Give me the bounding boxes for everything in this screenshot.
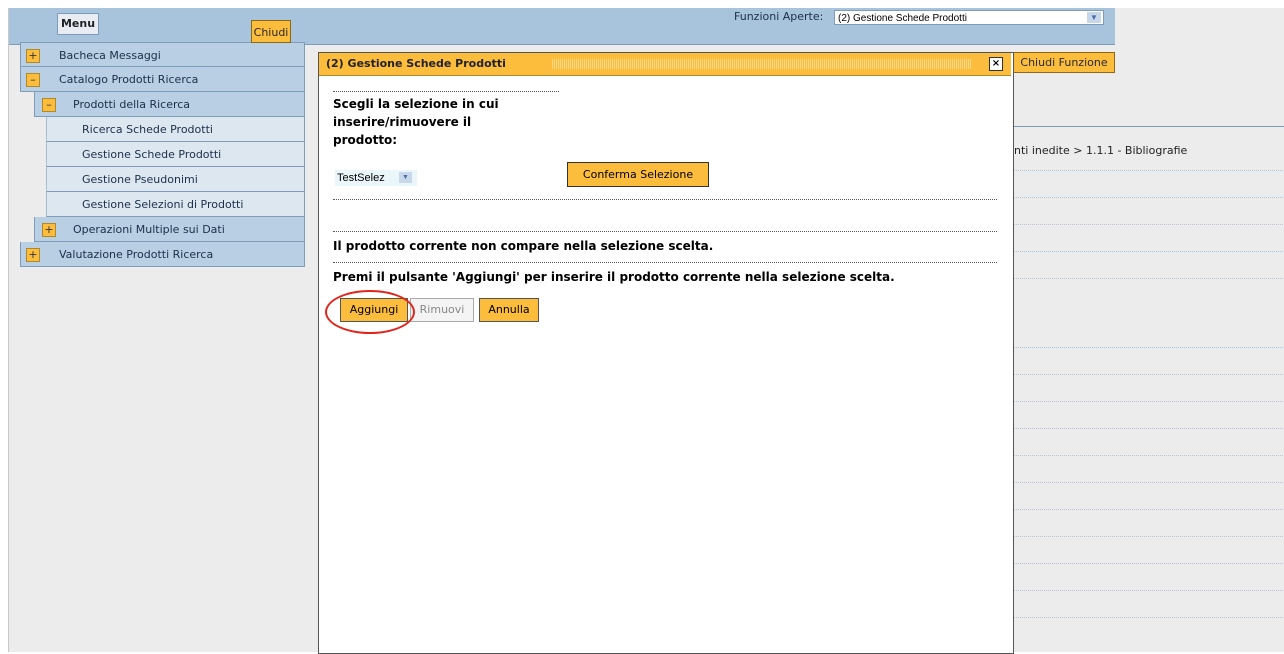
menu-item-gestione-selezioni-di-prodotti[interactable]: Gestione Selezioni di Prodotti xyxy=(46,192,305,217)
menu-item-label: Bacheca Messaggi xyxy=(59,49,161,62)
divider xyxy=(333,199,997,200)
menu-item-label: Prodotti della Ricerca xyxy=(73,98,191,111)
plus-icon[interactable]: + xyxy=(42,223,56,237)
funzioni-aperte-value: (2) Gestione Schede Prodotti xyxy=(838,13,967,24)
chevron-down-icon[interactable]: ▼ xyxy=(1087,12,1101,23)
menu-panel: + Bacheca Messaggi – Catalogo Prodotti R… xyxy=(20,42,305,267)
divider xyxy=(333,231,997,232)
menu-item-label: Gestione Pseudonimi xyxy=(82,173,198,186)
drag-handle[interactable] xyxy=(551,59,971,69)
divider xyxy=(1014,224,1284,225)
instruction-message: Premi il pulsante 'Aggiungi' per inserir… xyxy=(333,270,895,284)
selection-select[interactable]: TestSelez ▼ xyxy=(335,170,417,186)
divider xyxy=(1014,617,1284,618)
divider xyxy=(1014,347,1284,348)
dialog-title: (2) Gestione Schede Prodotti xyxy=(326,57,506,70)
menu-item-gestione-schede-prodotti[interactable]: Gestione Schede Prodotti xyxy=(46,142,305,167)
dialog-title-bar[interactable]: (2) Gestione Schede Prodotti × xyxy=(319,53,1011,76)
divider xyxy=(1014,197,1284,198)
conferma-selezione-button[interactable]: Conferma Selezione xyxy=(567,162,709,187)
breadcrumb: nti inedite > 1.1.1 - Bibliografie xyxy=(1014,144,1188,157)
plus-icon[interactable]: + xyxy=(26,49,40,63)
divider xyxy=(1014,482,1284,483)
funzioni-aperte-select[interactable]: (2) Gestione Schede Prodotti ▼ xyxy=(834,10,1104,25)
menu-button[interactable]: Menu xyxy=(57,13,99,35)
selection-prompt: Scegli la selezione in cui inserire/rimu… xyxy=(333,97,499,147)
divider xyxy=(1014,428,1284,429)
minus-icon[interactable]: – xyxy=(26,73,40,87)
divider xyxy=(1014,536,1284,537)
menu-item-ricerca-schede-prodotti[interactable]: Ricerca Schede Prodotti xyxy=(46,117,305,142)
divider xyxy=(1014,251,1284,252)
menu-item-operazioni-multiple-sui-dati[interactable]: + Operazioni Multiple sui Dati xyxy=(34,217,305,242)
menu-item-bacheca-messaggi[interactable]: + Bacheca Messaggi xyxy=(20,42,305,67)
top-bar: Menu Funzioni Aperte: (2) Gestione Sched… xyxy=(9,8,1115,45)
menu-item-label: Ricerca Schede Prodotti xyxy=(82,123,213,136)
divider xyxy=(333,91,559,92)
menu-item-label: Gestione Selezioni di Prodotti xyxy=(82,198,244,211)
minus-icon[interactable]: – xyxy=(42,98,56,112)
divider xyxy=(1014,563,1284,564)
divider xyxy=(1014,374,1284,375)
chiudi-menu-button[interactable]: Chiudi xyxy=(251,20,291,43)
divider xyxy=(1014,455,1284,456)
chevron-down-icon[interactable]: ▼ xyxy=(399,172,412,183)
gestione-schede-dialog: (2) Gestione Schede Prodotti × Scegli la… xyxy=(318,52,1014,654)
menu-item-valutazione-prodotti-ricerca[interactable]: + Valutazione Prodotti Ricerca xyxy=(20,242,305,267)
menu-item-gestione-pseudonimi[interactable]: Gestione Pseudonimi xyxy=(46,167,305,192)
divider xyxy=(1014,509,1284,510)
close-icon[interactable]: × xyxy=(989,57,1003,71)
divider xyxy=(1014,590,1284,591)
selection-value: TestSelez xyxy=(337,172,385,184)
annulla-button[interactable]: Annulla xyxy=(479,298,539,322)
divider xyxy=(1014,278,1284,279)
divider xyxy=(1014,170,1284,171)
divider xyxy=(333,262,997,263)
menu-item-label: Gestione Schede Prodotti xyxy=(82,148,222,161)
menu-item-label: Operazioni Multiple sui Dati xyxy=(73,223,225,236)
menu-item-label: Valutazione Prodotti Ricerca xyxy=(59,248,214,261)
menu-item-prodotti-della-ricerca[interactable]: – Prodotti della Ricerca xyxy=(34,92,305,117)
divider xyxy=(1014,401,1284,402)
rimuovi-button[interactable]: Rimuovi xyxy=(410,298,474,322)
menu-item-catalogo-prodotti-ricerca[interactable]: – Catalogo Prodotti Ricerca xyxy=(20,67,305,92)
chiudi-funzione-button[interactable]: Chiudi Funzione xyxy=(1013,52,1115,73)
highlight-circle xyxy=(325,290,415,334)
divider xyxy=(1014,126,1284,127)
status-message: Il prodotto corrente non compare nella s… xyxy=(333,239,714,253)
plus-icon[interactable]: + xyxy=(26,248,40,262)
menu-item-label: Catalogo Prodotti Ricerca xyxy=(59,73,199,86)
funzioni-aperte-label: Funzioni Aperte: xyxy=(734,10,824,23)
